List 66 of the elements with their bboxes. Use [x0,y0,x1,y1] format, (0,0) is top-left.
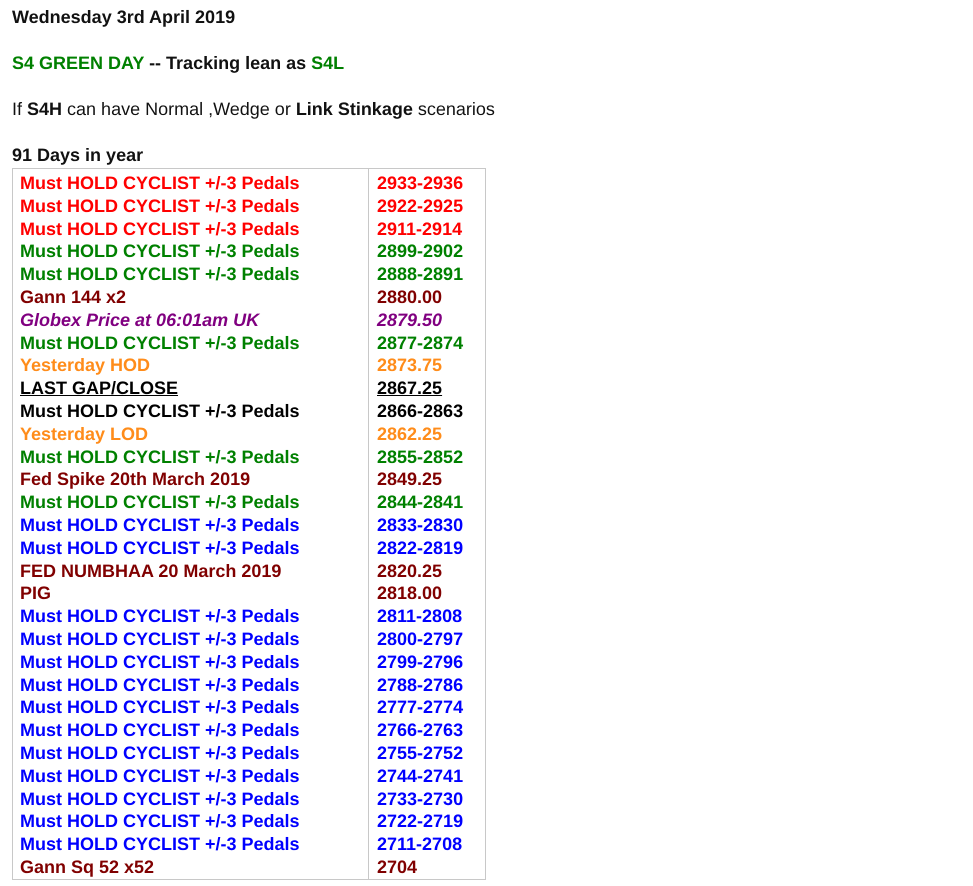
level-label: LAST GAP/CLOSE [20,378,178,398]
level-value: 2933-2936 [377,173,464,193]
level-label: Must HOLD CYCLIST +/-3 Pedals [20,766,300,786]
level-label: Must HOLD CYCLIST +/-3 Pedals [20,400,300,421]
level-value: 2873.75 [377,355,442,376]
level-label: Must HOLD CYCLIST +/-3 Pedals [20,196,300,216]
level-value: 2800-2797 [377,628,464,649]
level-value: 2877-2874 [377,332,464,353]
level-value: 2911-2914 [377,218,462,239]
level-label: Yesterday HOD [20,355,150,376]
level-value: 2880.00 [377,286,442,307]
level-label: Globex Price at 06:01am UK [20,310,260,330]
level-label: Must HOLD CYCLIST +/-3 Pedals [20,834,300,854]
level-value: 2704 [377,856,418,877]
level-label: Yesterday LOD [20,424,148,444]
level-value: 2849.25 [377,469,442,490]
level-value: 2766-2763 [377,720,464,740]
level-label: FED NUMBHAA 20 March 2019 [20,560,282,581]
level-label: Must HOLD CYCLIST +/-3 Pedals [20,720,300,740]
table-title: 91 Days in year [12,144,144,167]
level-label: Must HOLD CYCLIST +/-3 Pedals [20,811,300,832]
level-value: 2855-2852 [377,446,464,467]
level-value: 2799-2796 [377,652,464,672]
level-value: 2777-2774 [377,697,464,718]
level-value: 2888-2891 [377,264,464,284]
level-label: Must HOLD CYCLIST +/-3 Pedals [20,264,300,284]
level-value: 2867.25 [377,378,442,398]
post-date: Wednesday 3rd April 2019 [12,6,236,29]
level-label: Must HOLD CYCLIST +/-3 Pedals [20,446,300,467]
level-label: Must HOLD CYCLIST +/-3 Pedals [20,241,300,262]
level-label: Must HOLD CYCLIST +/-3 Pedals [20,173,300,193]
level-label: Must HOLD CYCLIST +/-3 Pedals [20,218,300,239]
level-label: Must HOLD CYCLIST +/-3 Pedals [20,742,300,763]
level-value: 2899-2902 [377,241,464,262]
level-value: 2833-2830 [377,514,464,535]
level-label: Must HOLD CYCLIST +/-3 Pedals [20,628,300,649]
level-value: 2755-2752 [377,742,464,763]
level-value: 2711-2708 [377,834,462,854]
level-value: 2733-2730 [377,788,464,809]
level-value: 2722-2719 [377,811,464,832]
level-label: Must HOLD CYCLIST +/-3 Pedals [20,788,300,809]
level-label: Must HOLD CYCLIST +/-3 Pedals [20,538,300,558]
level-label: PIG [20,583,52,604]
level-value: 2820.25 [377,560,442,581]
level-label: Fed Spike 20th March 2019 [20,469,250,490]
level-label: Must HOLD CYCLIST +/-3 Pedals [20,492,300,512]
level-value: 2744-2741 [377,766,464,786]
level-value: 2879.50 [377,310,442,330]
level-value: 2844-2841 [377,492,464,512]
level-label: Must HOLD CYCLIST +/-3 Pedals [20,606,300,626]
level-label: Gann 144 x2 [20,286,126,307]
note-paragraph: If S4H can have Normal ,Wedge or Link Stinkage scenarios [12,98,496,121]
level-value: 2822-2819 [377,538,464,558]
level-value: 2811-2808 [377,606,462,626]
level-label: Must HOLD CYCLIST +/-3 Pedals [20,697,300,718]
level-value: 2788-2786 [377,674,464,695]
level-label: Must HOLD CYCLIST +/-3 Pedals [20,514,300,535]
level-label: Must HOLD CYCLIST +/-3 Pedals [20,674,300,695]
level-value: 2862.25 [377,424,442,444]
level-label: Must HOLD CYCLIST +/-3 Pedals [20,652,300,672]
level-value: 2866-2863 [377,400,464,421]
level-label: Must HOLD CYCLIST +/-3 Pedals [20,332,300,353]
headline: S4 GREEN DAY -- Tracking lean as S4L [12,52,346,75]
level-label: Gann Sq 52 x52 [20,856,154,877]
level-value: 2922-2925 [377,196,464,216]
level-value: 2818.00 [377,583,442,604]
